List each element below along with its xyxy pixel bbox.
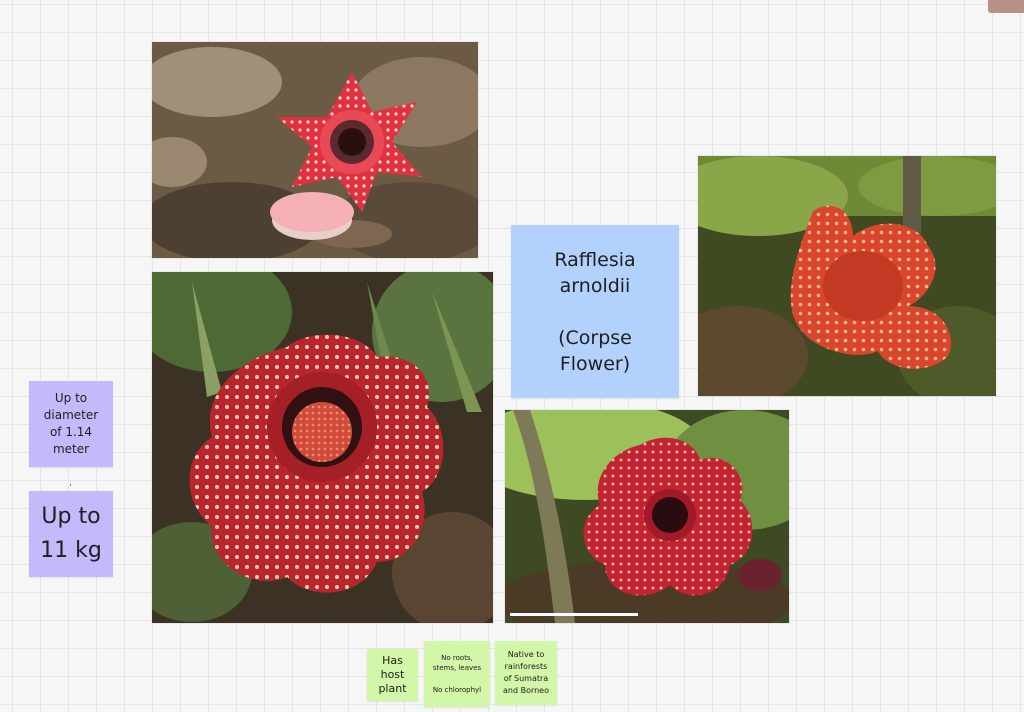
no-roots-sticky-note[interactable]: No roots, stems, leaves No chlorophyl bbox=[424, 641, 490, 707]
host-plant-sticky-note[interactable]: Has host plant bbox=[367, 649, 418, 701]
roots-note-text-2: No chlorophyl bbox=[432, 686, 482, 694]
native-range-sticky-note[interactable]: Native to rainforests of Sumatra and Bor… bbox=[495, 641, 557, 705]
user-avatar[interactable] bbox=[988, 0, 1024, 13]
canvas-dot bbox=[70, 484, 71, 486]
photo-rafflesia-scale[interactable] bbox=[505, 410, 789, 623]
title-sticky-note[interactable]: Rafflesia arnoldii (Corpse Flower) bbox=[511, 225, 679, 398]
photo-rafflesia-forest[interactable] bbox=[698, 156, 996, 396]
host-note-text: Has host plant bbox=[378, 654, 407, 695]
photo-rafflesia-large[interactable] bbox=[152, 272, 493, 623]
photo-rafflesia-bud[interactable] bbox=[152, 42, 478, 258]
native-note-text: Native to rainforests of Sumatra and Bor… bbox=[502, 650, 549, 695]
diameter-note-text: Up to diameter of 1.14 meter bbox=[43, 391, 99, 456]
whiteboard-canvas[interactable]: Rafflesia arnoldii (Corpse Flower) Up to… bbox=[0, 0, 1024, 712]
weight-sticky-note[interactable]: Up to 11 kg bbox=[29, 491, 113, 577]
weight-note-text: Up to 11 kg bbox=[40, 504, 102, 563]
title-note-text: Rafflesia arnoldii (Corpse Flower) bbox=[554, 248, 636, 375]
roots-note-text-1: No roots, stems, leaves bbox=[432, 654, 482, 672]
diameter-sticky-note[interactable]: Up to diameter of 1.14 meter bbox=[29, 381, 113, 467]
